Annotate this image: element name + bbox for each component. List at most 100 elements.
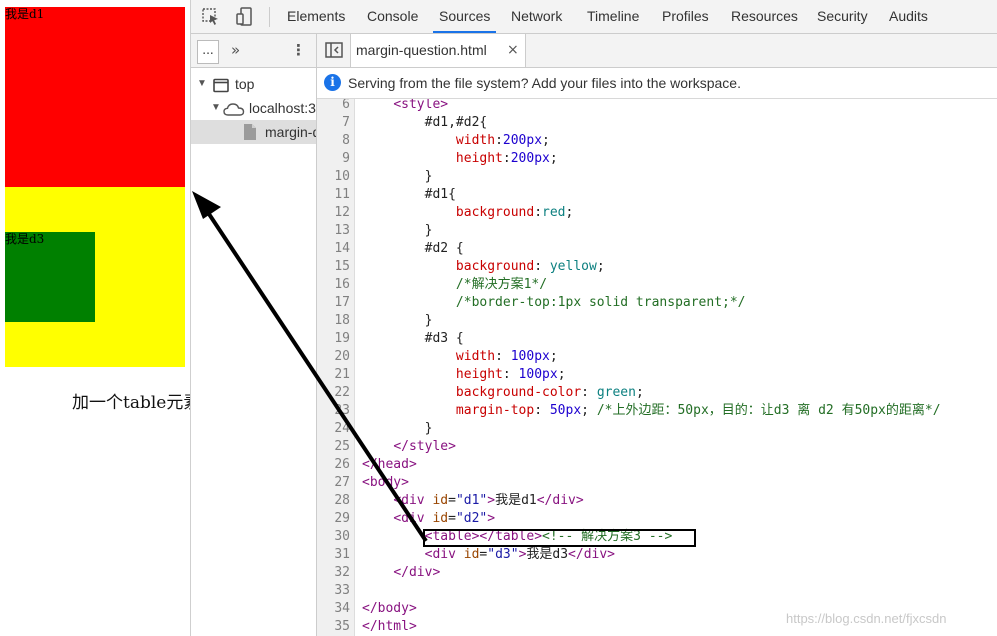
code-text: width:200px; [455,133,550,148]
tab-console[interactable]: Console [367,0,418,33]
code-text: <body> [362,475,409,490]
line-number[interactable]: 15 [317,258,350,276]
line-number[interactable]: 11 [317,186,350,204]
line-number[interactable]: 14 [317,240,350,258]
code-line: 9 height:200px; [317,150,997,168]
frame-icon [213,76,229,96]
code-text: height:200px; [455,151,558,166]
line-number[interactable]: 35 [317,618,350,636]
line-number[interactable]: 13 [317,222,350,240]
code-text: background: yellow; [455,259,605,274]
line-number[interactable]: 29 [317,510,350,528]
tab-sources[interactable]: Sources [432,0,497,33]
line-number[interactable]: 21 [317,366,350,384]
line-number[interactable]: 19 [317,330,350,348]
tree-item-top[interactable]: ▼ top [191,72,316,96]
line-number[interactable]: 12 [317,204,350,222]
tab-security[interactable]: Security [817,0,868,33]
line-number[interactable]: 7 [317,114,350,132]
tab-network[interactable]: Network [511,0,562,33]
line-number[interactable]: 27 [317,474,350,492]
tree-item-file[interactable]: margin-question.html [191,120,316,144]
line-number[interactable]: 10 [317,168,350,186]
line-number[interactable]: 23 [317,402,350,420]
toolbar-divider [269,7,270,27]
line-number[interactable]: 30 [317,528,350,546]
line-number[interactable]: 34 [317,600,350,618]
div-d1-red-box: 我是d1 [5,7,185,187]
info-message: Serving from the file system? Add your f… [348,75,741,91]
tab-timeline[interactable]: Timeline [587,0,639,33]
device-mode-icon[interactable] [235,7,255,27]
expanded-triangle-icon[interactable]: ▼ [197,72,207,96]
line-number[interactable]: 28 [317,492,350,510]
double-chevron-icon[interactable]: » [231,41,240,59]
code-text: background-color: green; [455,385,644,400]
code-text: <div id="d3">我是d3</div> [424,547,616,562]
close-icon[interactable]: × [507,34,519,67]
line-number[interactable]: 16 [317,276,350,294]
code-line: 8 width:200px; [317,132,997,150]
devtools-tabbar: Elements Console Sources Network Timelin… [191,0,997,34]
tree-item-localhost[interactable]: ▼ localhost:3 [191,96,316,120]
line-number[interactable]: 32 [317,564,350,582]
toggle-navigator-icon[interactable] [325,42,343,58]
code-line: 14 #d2 { [317,240,997,258]
code-line: 27 <body> [317,474,997,492]
code-line: 18 } [317,312,997,330]
navigator-toolbar: ... » ⋮ [191,34,316,68]
tab-profiles[interactable]: Profiles [662,0,709,33]
code-line: 25 </style> [317,438,997,456]
code-text: #d3 { [362,331,464,346]
line-number[interactable]: 22 [317,384,350,402]
expanded-triangle-icon[interactable]: ▼ [211,96,221,120]
workspace-infobar: i Serving from the file system? Add your… [317,68,997,99]
code-line: 16 /*解决方案1*/ [317,276,997,294]
info-icon: i [324,74,341,91]
code-text: </body> [362,601,417,616]
line-number[interactable]: 9 [317,150,350,168]
code-text: } [362,223,433,238]
tab-elements[interactable]: Elements [287,0,345,33]
watermark: https://blog.csdn.net/fjxcsdn [786,611,947,626]
line-number[interactable]: 24 [317,420,350,438]
div-d3-green-box: 我是d3 [5,232,95,322]
line-number[interactable]: 26 [317,456,350,474]
code-line: 21 height: 100px; [317,366,997,384]
line-number[interactable]: 31 [317,546,350,564]
code-line: 13 } [317,222,997,240]
code-area[interactable]: 6 <style> 7 #d1,#d2{8 width:200px; 9 heigh… [317,99,997,636]
sources-navigator: ... » ⋮ ▼ top ▼ localhost:3 margin-quest… [191,34,317,636]
line-number[interactable]: 25 [317,438,350,456]
code-line: 20 width: 100px; [317,348,997,366]
code-line: 19 #d3 { [317,330,997,348]
code-text: /*解决方案1*/ [455,277,548,292]
inspect-element-icon[interactable] [201,7,221,27]
line-number[interactable]: 6 [317,99,350,114]
code-text: #d2 { [362,241,464,256]
d1-text: 我是d1 [5,7,45,21]
tab-audits[interactable]: Audits [889,0,928,33]
code-text: </div> [393,565,441,580]
kebab-menu-icon[interactable]: ⋮ [291,41,306,59]
tree-label: margin-question.html [265,124,316,140]
code-text: height: 100px; [455,367,566,382]
line-number[interactable]: 18 [317,312,350,330]
code-text: } [362,169,433,184]
highlight-box [423,529,696,547]
editor-file-tab[interactable]: margin-question.html × [350,34,526,67]
line-number[interactable]: 17 [317,294,350,312]
line-number[interactable]: 33 [317,582,350,600]
line-number[interactable]: 8 [317,132,350,150]
code-text: <div id="d2"> [393,511,496,526]
code-text: <div id="d1">我是d1</div> [393,493,584,508]
tab-resources[interactable]: Resources [731,0,798,33]
tree-label: localhost:3 [249,100,316,116]
file-icon [243,123,257,144]
code-line: 6 <style> [317,99,997,114]
code-text: </head> [362,457,417,472]
code-line: 7 #d1,#d2{ [317,114,997,132]
code-line: 10 } [317,168,997,186]
navigator-more-button[interactable]: ... [197,40,219,64]
line-number[interactable]: 20 [317,348,350,366]
